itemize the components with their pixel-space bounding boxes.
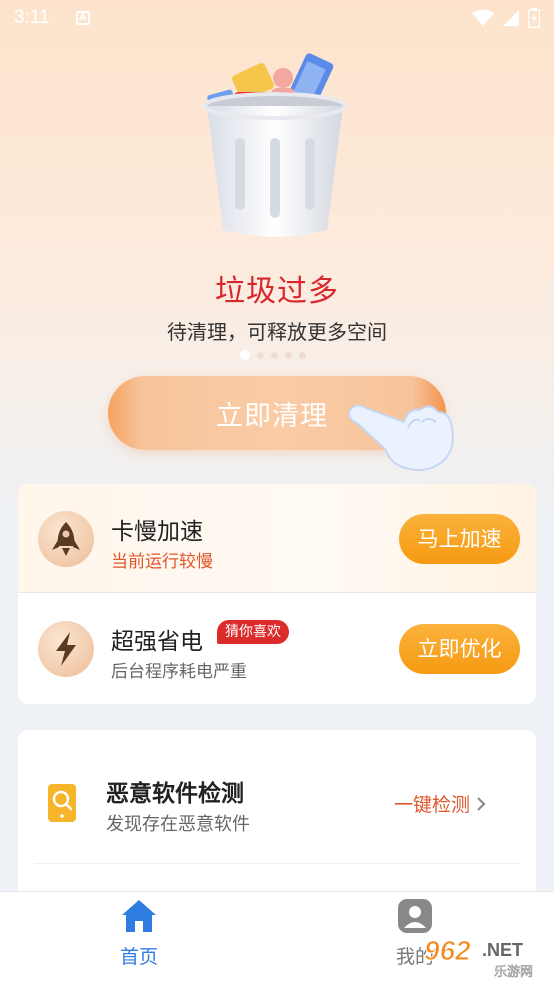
nav-label-home: 首页 [119,946,158,968]
phone-scan-icon [46,782,78,824]
home-icon [122,900,156,932]
feature-row-speedup[interactable]: 卡慢加速 当前运行较慢 马上加速 [18,484,536,592]
svg-text:962: 962 [424,935,471,966]
battery-icon [528,8,540,28]
page-dot [257,351,264,359]
status-time: 3:11 [14,7,50,28]
divider [34,863,520,864]
user-icon [398,899,432,933]
hero-subtitle: 待清理，可释放更多空间 [167,320,387,344]
trash-bin-illustration [195,48,355,243]
feature-subtitle: 当前运行较慢 [111,552,213,572]
one-click-scan-link[interactable]: 一键检测 [394,790,486,817]
clean-now-label: 立即清理 [216,400,328,432]
speedup-button[interactable]: 马上加速 [399,514,520,564]
feature-card: 卡慢加速 当前运行较慢 马上加速 超强省电 猜你喜欢 后台程序耗电严重 立即优化 [18,484,536,704]
malware-card: 恶意软件检测 发现存在恶意软件 一键检测 [18,730,536,910]
nav-item-home[interactable]: 首页 [96,898,182,969]
page-indicator [240,350,306,360]
wifi-icon [472,9,494,26]
rocket-icon [38,511,94,567]
status-icons [472,8,540,28]
hero-title: 垃圾过多 [215,274,339,309]
feature-title: 超强省电 [111,629,203,655]
page-dot [299,351,306,359]
feature-title: 卡慢加速 [111,519,203,545]
page-dot [271,351,278,359]
scan-action-label: 一键检测 [394,794,471,816]
svg-text:.NET: .NET [482,940,523,960]
pointing-hand-icon [346,388,458,474]
svg-text:乐游网: 乐游网 [494,965,533,980]
page-dot-active [240,350,250,360]
site-watermark-logo: 962 .NET 乐游网 [420,932,550,981]
notification-icon: A [75,11,90,25]
signal-icon [503,10,519,26]
feature-row-power-save[interactable]: 超强省电 猜你喜欢 后台程序耗电严重 立即优化 [18,594,536,702]
lightning-icon [38,621,94,677]
malware-subtitle: 发现存在恶意软件 [106,814,250,835]
divider [18,592,536,593]
status-bar: 3:11 A [0,0,554,36]
feature-subtitle: 后台程序耗电严重 [111,662,247,682]
recommend-badge: 猜你喜欢 [217,620,289,644]
malware-title: 恶意软件检测 [106,781,244,807]
optimize-button[interactable]: 立即优化 [399,624,520,674]
page-dot [285,351,292,359]
chevron-right-icon [477,796,486,811]
